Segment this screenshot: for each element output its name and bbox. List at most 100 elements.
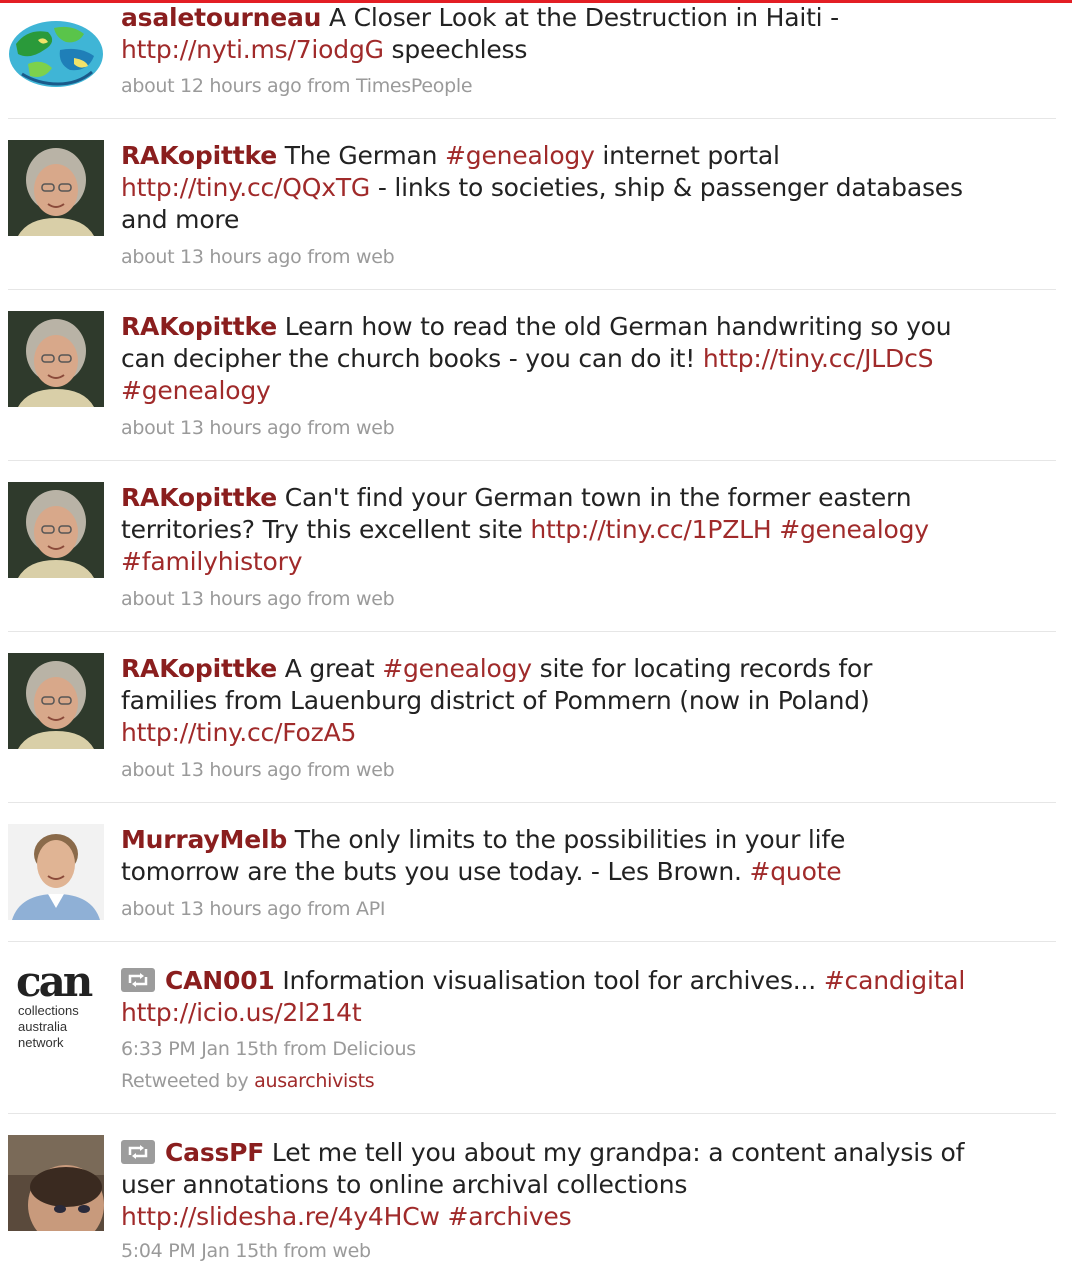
tweet-meta: 6:33 PM Jan 15th from Delicious [121, 1037, 416, 1061]
tweet-text-segment: The German [276, 141, 446, 170]
retweeted-by-user[interactable]: ausarchivists [254, 1070, 375, 1092]
tweet-username[interactable]: RAKopittke [121, 483, 277, 512]
tweet-text-segment: A great [276, 654, 383, 683]
tweet-username[interactable]: RAKopittke [121, 312, 277, 341]
tweet-timestamp[interactable]: about 13 hours ago [121, 246, 302, 268]
tweet-text: CassPF Let me tell you about my grandpa:… [121, 1137, 971, 1233]
from-label: from [307, 75, 351, 97]
tweet-divider [8, 460, 1056, 461]
tweet-username[interactable]: RAKopittke [121, 654, 277, 683]
retweet-icon [121, 1140, 155, 1164]
tweet-meta: about 13 hours ago from web [121, 416, 395, 440]
tweet-text-segment: internet portal [594, 141, 780, 170]
avatar-person-icon [8, 653, 104, 749]
tweet-source[interactable]: API [356, 898, 385, 920]
avatar[interactable] [8, 1135, 104, 1231]
tweet-link[interactable]: http://tiny.cc/FozA5 [121, 718, 356, 747]
tweet-timestamp[interactable]: about 13 hours ago [121, 588, 302, 610]
tweet-link[interactable]: http://tiny.cc/QQxTG [121, 173, 370, 202]
tweet-source[interactable]: TimesPeople [356, 75, 473, 97]
tweet-text: RAKopittke A great #genealogy site for l… [121, 653, 971, 749]
tweet-divider [8, 118, 1056, 119]
tweet-meta: about 13 hours ago from web [121, 587, 395, 611]
avatar-logo-line: australia [18, 1019, 68, 1034]
tweet-source[interactable]: web [356, 246, 395, 268]
tweet-source[interactable]: web [332, 1240, 371, 1262]
tweet-hashtag[interactable]: #genealogy [382, 654, 532, 683]
avatar[interactable] [8, 824, 104, 920]
tweet-divider [8, 1113, 1056, 1114]
avatar-person-icon [8, 140, 104, 236]
tweet-source[interactable]: Delicious [332, 1038, 416, 1060]
tweet-text-segment: Information visualisation tool for archi… [274, 966, 824, 995]
avatar-person-icon [8, 824, 104, 920]
avatar-logo-text: can [16, 963, 93, 1006]
tweet-username[interactable]: CassPF [165, 1138, 264, 1167]
tweet-username[interactable]: MurrayMelb [121, 825, 287, 854]
tweet-link[interactable]: http://tiny.cc/1PZLH [530, 515, 771, 544]
tweet-divider [8, 802, 1056, 803]
tweet-divider [8, 941, 1056, 942]
avatar[interactable] [8, 311, 104, 407]
tweet-hashtag[interactable]: #genealogy [121, 376, 271, 405]
retweeted-label: Retweeted by [121, 1070, 249, 1092]
tweet-text-segment: A Closer Look at the Destruction in Hait… [321, 3, 839, 32]
tweet-timestamp[interactable]: about 13 hours ago [121, 417, 302, 439]
tweet-text: RAKopittke Can't find your German town i… [121, 482, 971, 578]
tweet-link[interactable]: http://icio.us/2l214t [121, 998, 362, 1027]
tweet-meta: about 12 hours ago from TimesPeople [121, 74, 473, 98]
tweet-timestamp[interactable]: about 13 hours ago [121, 759, 302, 781]
tweet-username[interactable]: CAN001 [165, 966, 275, 995]
tweet-timestamp[interactable]: about 13 hours ago [121, 898, 302, 920]
tweet-hashtag[interactable]: #candigital [824, 966, 966, 995]
tweet-link[interactable]: http://slidesha.re/4y4HCw [121, 1202, 440, 1231]
tweet-meta: about 13 hours ago from web [121, 758, 395, 782]
tweet-text: RAKopittke The German #genealogy interne… [121, 140, 971, 236]
tweet-text: RAKopittke Learn how to read the old Ger… [121, 311, 971, 407]
tweet-divider [8, 289, 1056, 290]
tweet-username[interactable]: RAKopittke [121, 141, 277, 170]
avatar-person-icon [8, 1135, 104, 1231]
tweet-meta: 5:04 PM Jan 15th from web [121, 1239, 371, 1263]
tweet-text-segment: speechless [383, 35, 528, 64]
tweet-hashtag[interactable]: #genealogy [445, 141, 595, 170]
tweet-source[interactable]: web [356, 759, 395, 781]
from-label: from [307, 246, 351, 268]
tweet-meta: about 13 hours ago from API [121, 897, 385, 921]
retweeted-by: Retweeted by ausarchivists [121, 1069, 375, 1093]
retweet-icon [121, 968, 155, 992]
avatar-logo-caption: collections australia network [18, 1003, 79, 1051]
avatar-logo-line: network [18, 1035, 64, 1050]
tweet-hashtag[interactable]: #familyhistory [121, 547, 302, 576]
tweet-text: asaletourneau A Closer Look at the Destr… [121, 2, 971, 66]
tweet-hashtag[interactable]: #archives [447, 1202, 571, 1231]
tweet-timestamp[interactable]: about 12 hours ago [121, 75, 302, 97]
avatar-person-icon [8, 482, 104, 578]
from-label: from [307, 898, 351, 920]
tweet-source[interactable]: web [356, 588, 395, 610]
tweet-link[interactable]: http://nyti.ms/7iodgG [121, 35, 384, 64]
tweet-timestamp[interactable]: 6:33 PM Jan 15th [121, 1038, 278, 1060]
avatar-globe-icon [8, 14, 104, 110]
avatar-logo-line: collections [18, 1003, 79, 1018]
from-label: from [307, 759, 351, 781]
tweet-link[interactable]: http://tiny.cc/JLDcS [703, 344, 934, 373]
from-label: from [283, 1240, 327, 1262]
tweet-hashtag[interactable]: #quote [750, 857, 842, 886]
from-label: from [307, 588, 351, 610]
from-label: from [283, 1038, 327, 1060]
tweet-divider [8, 631, 1056, 632]
tweet-text: MurrayMelb The only limits to the possib… [121, 824, 971, 888]
tweet-timestamp[interactable]: 5:04 PM Jan 15th [121, 1240, 278, 1262]
avatar[interactable]: can collections australia network [8, 963, 104, 1059]
avatar[interactable] [8, 14, 104, 110]
tweet-username[interactable]: asaletourneau [121, 3, 321, 32]
tweet-source[interactable]: web [356, 417, 395, 439]
from-label: from [307, 417, 351, 439]
avatar[interactable] [8, 140, 104, 236]
tweet-hashtag[interactable]: #genealogy [779, 515, 929, 544]
avatar[interactable] [8, 653, 104, 749]
tweet-text: CAN001 Information visualisation tool fo… [121, 965, 971, 1029]
avatar[interactable] [8, 482, 104, 578]
avatar-person-icon [8, 311, 104, 407]
